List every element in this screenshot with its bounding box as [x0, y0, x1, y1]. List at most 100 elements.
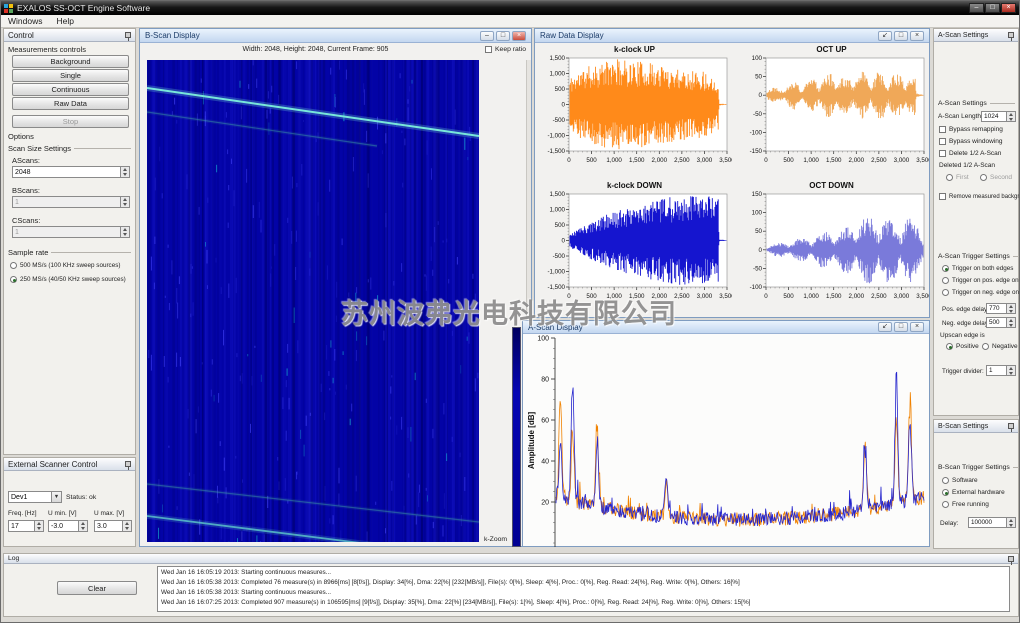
maximize-icon[interactable]: □ — [894, 31, 908, 41]
radio-icon[interactable] — [942, 501, 949, 508]
pos-delay-spinner[interactable] — [1007, 303, 1016, 314]
freq-input[interactable] — [8, 520, 35, 532]
restore-icon[interactable]: ↙ — [878, 322, 892, 332]
checkbox-icon[interactable] — [939, 193, 946, 200]
external-hardware-option[interactable]: External hardware — [942, 489, 1005, 496]
umin-spinner[interactable] — [79, 520, 88, 532]
pin-icon[interactable] — [1008, 556, 1014, 562]
sample-rate-500-option[interactable]: 500 MS/s (100 KHz sweep sources) — [10, 262, 120, 269]
ascans-input[interactable] — [12, 166, 121, 178]
chevron-down-icon[interactable]: ▼ — [51, 492, 61, 502]
positive-option[interactable]: Positive — [946, 343, 979, 350]
maximize-icon[interactable]: □ — [894, 322, 908, 332]
device-dropdown[interactable]: Dev1 ▼ — [8, 491, 62, 503]
ascan-length-field — [981, 111, 1016, 122]
checkbox-icon[interactable] — [939, 138, 946, 145]
menu-windows[interactable]: Windows — [1, 16, 49, 26]
delete-half-ascan-option[interactable]: Delete 1/2 A-Scan — [939, 150, 1001, 157]
bscan-image[interactable] — [147, 60, 479, 542]
radio-icon[interactable] — [942, 489, 949, 496]
pin-icon[interactable] — [1008, 32, 1014, 38]
continuous-button[interactable]: Continuous — [12, 83, 129, 96]
umax-spinner[interactable] — [123, 520, 132, 532]
pin-icon[interactable] — [1008, 423, 1014, 429]
svg-text:1,500: 1,500 — [629, 157, 645, 164]
trigger-neg-option[interactable]: Trigger on neg. edge only — [942, 289, 1020, 296]
neg-delay-spinner[interactable] — [1007, 317, 1016, 328]
checkbox-icon[interactable] — [939, 150, 946, 157]
ascans-spinner[interactable] — [121, 166, 130, 178]
radio-icon[interactable] — [982, 343, 989, 350]
pin-icon[interactable] — [125, 461, 131, 467]
trigger-divider-spinner[interactable] — [1007, 365, 1016, 376]
software-label: Software — [952, 477, 978, 484]
radio-icon[interactable] — [980, 174, 987, 181]
svg-text:2,500: 2,500 — [871, 157, 887, 164]
pos-delay-input[interactable] — [986, 303, 1007, 314]
window-titlebar[interactable]: EXALOS SS-OCT Engine Software – □ × — [1, 1, 1019, 15]
radio-icon[interactable] — [942, 265, 949, 272]
maximize-icon[interactable]: □ — [496, 31, 510, 41]
delay-input[interactable] — [968, 517, 1007, 528]
close-icon[interactable]: × — [1001, 3, 1016, 13]
minimize-icon[interactable]: – — [480, 31, 494, 41]
svg-text:-1,000: -1,000 — [547, 133, 565, 140]
close-icon[interactable]: × — [512, 31, 526, 41]
radio-icon[interactable] — [10, 276, 17, 283]
umin-input[interactable] — [48, 520, 79, 532]
negative-option[interactable]: Negative — [982, 343, 1018, 350]
radio-icon[interactable] — [942, 277, 949, 284]
checkbox-icon[interactable] — [485, 46, 492, 53]
ascan-length-spinner[interactable] — [1007, 111, 1016, 122]
kclock-down-plot[interactable]: 1,5001,0005000-500-1,000-1,50005001,0001… — [537, 191, 732, 313]
pin-icon[interactable] — [125, 32, 131, 38]
software-option[interactable]: Software — [942, 477, 978, 484]
close-icon[interactable]: × — [910, 31, 924, 41]
keep-ratio-option[interactable]: Keep ratio — [485, 46, 526, 53]
background-button[interactable]: Background — [12, 55, 129, 68]
first-option[interactable]: First — [946, 174, 969, 181]
bypass-remapping-option[interactable]: Bypass remapping — [939, 126, 1003, 133]
delay-spinner[interactable] — [1007, 517, 1016, 528]
rawdata-window-titlebar[interactable]: Raw Data Display ↙ □ × — [535, 29, 929, 43]
menu-help[interactable]: Help — [49, 16, 80, 26]
sample-rate-250-option[interactable]: 250 MS/s (40/50 KHz sweep sources) — [10, 276, 126, 283]
cscans-spinner[interactable] — [121, 226, 130, 238]
bscans-input[interactable] — [12, 196, 121, 208]
clear-button[interactable]: Clear — [57, 581, 137, 595]
ascan-length-input[interactable] — [981, 111, 1007, 122]
svg-text:0: 0 — [764, 157, 768, 164]
maximize-icon[interactable]: □ — [985, 3, 1000, 13]
remove-background-option[interactable]: Remove measured background — [939, 193, 1020, 200]
stop-button[interactable]: Stop — [12, 115, 129, 128]
radio-icon[interactable] — [942, 477, 949, 484]
radio-icon[interactable] — [946, 174, 953, 181]
bscans-spinner[interactable] — [121, 196, 130, 208]
log-text-area[interactable]: Wed Jan 16 16:05:19 2013: Starting conti… — [157, 566, 1010, 612]
single-button[interactable]: Single — [12, 69, 129, 82]
trigger-pos-option[interactable]: Trigger on pos. edge only — [942, 277, 1020, 284]
oct-down-plot[interactable]: 150100500-50-10005001,0001,5002,0002,500… — [734, 191, 929, 313]
kclock-up-plot[interactable]: 1,5001,0005000-500-1,000-1,50005001,0001… — [537, 55, 732, 177]
raw-data-button[interactable]: Raw Data — [12, 97, 129, 110]
umax-input[interactable] — [94, 520, 123, 532]
trigger-both-option[interactable]: Trigger on both edges — [942, 265, 1013, 272]
bypass-windowing-option[interactable]: Bypass windowing — [939, 138, 1002, 145]
trigger-divider-input[interactable] — [986, 365, 1007, 376]
radio-icon[interactable] — [10, 262, 17, 269]
close-icon[interactable]: × — [910, 322, 924, 332]
radio-icon[interactable] — [942, 289, 949, 296]
minimize-icon[interactable]: – — [969, 3, 984, 13]
bscan-window-titlebar[interactable]: B-Scan Display – □ × — [140, 29, 531, 43]
radio-icon[interactable] — [946, 343, 953, 350]
ascan-plot[interactable]: 10080604020Amplitude [dB] — [525, 335, 929, 547]
restore-icon[interactable]: ↙ — [878, 31, 892, 41]
second-option[interactable]: Second — [980, 174, 1012, 181]
neg-delay-input[interactable] — [986, 317, 1007, 328]
oct-up-plot[interactable]: 100500-50-100-15005001,0001,5002,0002,50… — [734, 55, 929, 177]
ascan-window-titlebar[interactable]: A-Scan Display ↙ □ × — [523, 321, 929, 334]
cscans-input[interactable] — [12, 226, 121, 238]
freq-spinner[interactable] — [35, 520, 44, 532]
checkbox-icon[interactable] — [939, 126, 946, 133]
free-running-option[interactable]: Free running — [942, 501, 989, 508]
